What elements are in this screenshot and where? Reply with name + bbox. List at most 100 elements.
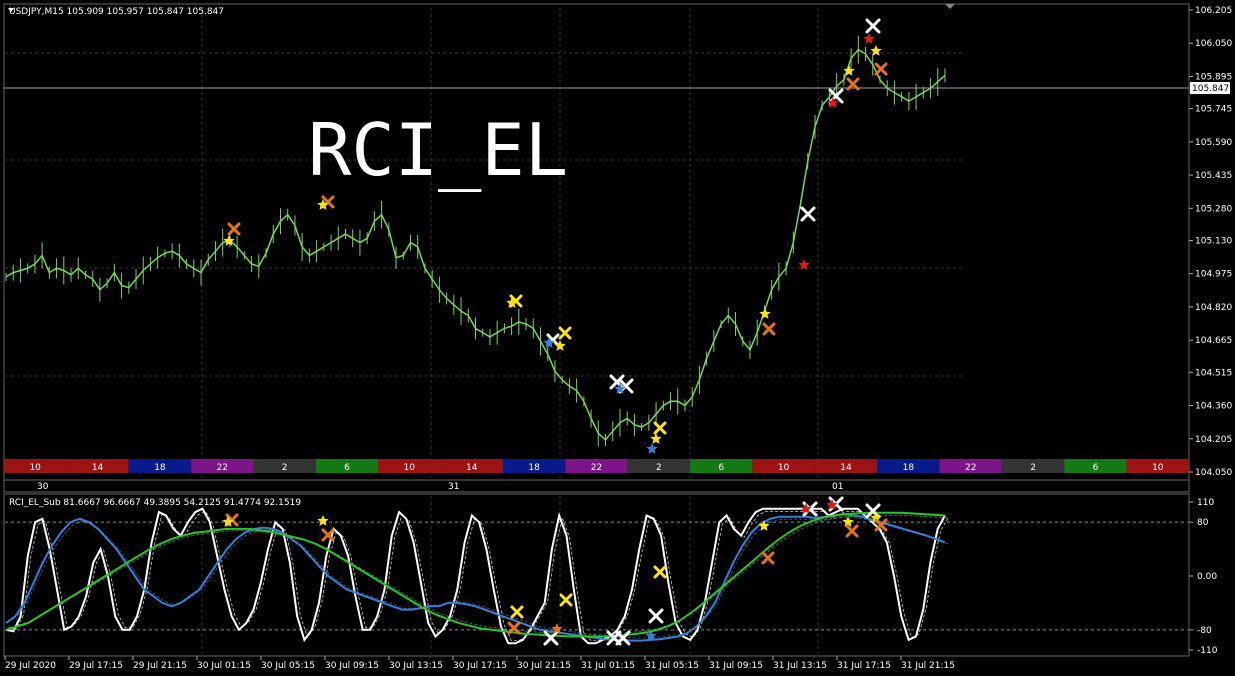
sub-tick-label: 0.00 [1197, 572, 1217, 582]
cross-marker-icon [762, 322, 776, 336]
cross-marker-icon [510, 605, 524, 619]
hour-band-label: 10 [778, 463, 790, 473]
time-tick-label: 31 Jul 01:15 [581, 661, 635, 671]
main-panel [3, 3, 1190, 481]
cross-marker-icon [648, 608, 664, 624]
star-marker-icon [317, 515, 329, 526]
hour-band-label: 18 [903, 463, 915, 473]
cross-marker-icon [761, 551, 775, 565]
cross-marker-icon [800, 206, 816, 222]
hour-band-label: 6 [718, 463, 724, 473]
time-tick-label: 31 Jul 21:15 [901, 661, 955, 671]
price-tick-label: 106.050 [1195, 39, 1232, 49]
cross-marker-icon [653, 421, 667, 435]
day-label: 31 [448, 482, 459, 492]
hour-band-label: 10 [1152, 463, 1164, 473]
sub-tick-label: 80 [1197, 518, 1209, 528]
rci-lines [5, 507, 949, 645]
main-header: USDJPY,M15 105.909 105.957 105.847 105.8… [9, 7, 224, 17]
star-marker-icon [863, 33, 875, 44]
hour-band-label: 6 [344, 463, 350, 473]
rci-series-line [5, 507, 946, 645]
cross-marker-icon [558, 326, 572, 340]
time-tick-label: 30 Jul 17:15 [453, 661, 507, 671]
time-axis: 29 Jul 2020 29 Jul 17:15 29 Jul 21:15 30 Ju… [4, 656, 955, 671]
price-tick-label: 104.820 [1195, 303, 1232, 313]
cross-marker-icon [845, 524, 859, 538]
hour-band-label: 10 [404, 463, 416, 473]
star-marker-icon [759, 308, 771, 319]
time-tick-label: 30 Jul 01:15 [197, 661, 251, 671]
scroll-arrow-icon[interactable] [945, 4, 955, 9]
time-tick-label: 31 Jul 17:15 [837, 661, 891, 671]
cross-marker-icon [865, 18, 881, 34]
time-tick-label: 30 Jul 21:15 [517, 661, 571, 671]
cross-marker-icon [615, 630, 631, 646]
time-tick-label: 31 Jul 09:15 [709, 661, 763, 671]
cross-marker-icon [543, 630, 559, 646]
hour-band-label: 22 [591, 463, 602, 473]
current-price-label: 105.847 [1192, 84, 1229, 94]
time-tick-label: 30 Jul 05:15 [261, 661, 315, 671]
price-tick-label: 105.280 [1195, 204, 1232, 214]
hour-band-label: 22 [217, 463, 228, 473]
time-band-panel [3, 479, 1190, 493]
day-label: 30 [37, 482, 49, 492]
time-tick-label: 30 Jul 09:15 [325, 661, 379, 671]
day-label: 01 [832, 482, 843, 492]
hour-band-label: 22 [965, 463, 976, 473]
price-tick-label: 104.205 [1195, 435, 1232, 445]
time-tick-label: 29 Jul 17:15 [69, 661, 123, 671]
chart-canvas: USDJPY,M15 105.909 105.957 105.847 105.8… [3, 3, 1232, 671]
sub-tick-label: -80 [1197, 626, 1212, 636]
price-tick-label: 105.895 [1195, 72, 1232, 82]
time-tick-label: 29 Jul 21:15 [133, 661, 187, 671]
price-tick-label: 104.665 [1195, 336, 1232, 346]
time-tick-label: 31 Jul 13:15 [773, 661, 827, 671]
star-marker-icon [870, 45, 882, 56]
hour-band-label: 2 [1030, 463, 1036, 473]
watermark-title: RCI_EL [308, 108, 568, 192]
time-tick-label: 30 Jul 13:15 [389, 661, 443, 671]
star-marker-icon [646, 443, 658, 454]
cross-marker-icon [874, 62, 888, 76]
sub-axis: 110 80 0.00 -80 -110 [1189, 498, 1218, 656]
rci-series-signal [8, 510, 949, 641]
cross-marker-icon [227, 222, 241, 236]
hour-band-label: 14 [92, 463, 104, 473]
hour-band-label: 18 [154, 463, 166, 473]
price-tick-label: 104.050 [1195, 468, 1232, 478]
price-tick-label: 105.745 [1195, 105, 1232, 115]
hour-band: 10 14 18 22 2 6 10 14 18 22 2 6 10 14 18 22 2 6 10 [4, 459, 1189, 473]
hour-band-label: 2 [656, 463, 662, 473]
star-marker-icon [758, 520, 770, 531]
sub-tick-label: -110 [1197, 646, 1218, 656]
hour-band-label: 14 [466, 463, 478, 473]
hour-band-label: 14 [840, 463, 852, 473]
price-axis: 106.205 106.050 105.895 105.745 105.590 105.4… [1189, 6, 1232, 478]
hour-band-label: 10 [29, 463, 41, 473]
sub-header: RCI_EL_Sub 81.6667 96.6667 49.3895 54.21… [9, 498, 301, 508]
price-tick-label: 105.590 [1195, 138, 1232, 148]
price-tick-label: 104.360 [1195, 402, 1232, 412]
cross-marker-icon [559, 593, 573, 607]
sub-tick-label: 110 [1197, 498, 1214, 508]
hour-band-label: 6 [1093, 463, 1099, 473]
star-marker-icon [650, 433, 662, 444]
price-series [5, 35, 946, 447]
hour-band-label: 2 [282, 463, 288, 473]
main-grid [5, 8, 962, 478]
sub-panel [3, 493, 1190, 657]
price-tick-label: 104.515 [1195, 368, 1232, 378]
time-tick-label: 31 Jul 05:15 [645, 661, 699, 671]
rci-series-signal [8, 516, 949, 639]
price-tick-label: 104.975 [1195, 270, 1232, 280]
time-tick-label: 29 Jul 2020 [5, 661, 56, 671]
sub-grid [5, 496, 1188, 654]
star-marker-icon [223, 235, 235, 246]
cross-marker-icon [653, 565, 667, 579]
price-tick-label: 105.130 [1195, 236, 1232, 246]
price-tick-label: 105.435 [1195, 171, 1232, 181]
price-tick-label: 106.205 [1195, 6, 1232, 16]
hour-band-label: 18 [528, 463, 540, 473]
